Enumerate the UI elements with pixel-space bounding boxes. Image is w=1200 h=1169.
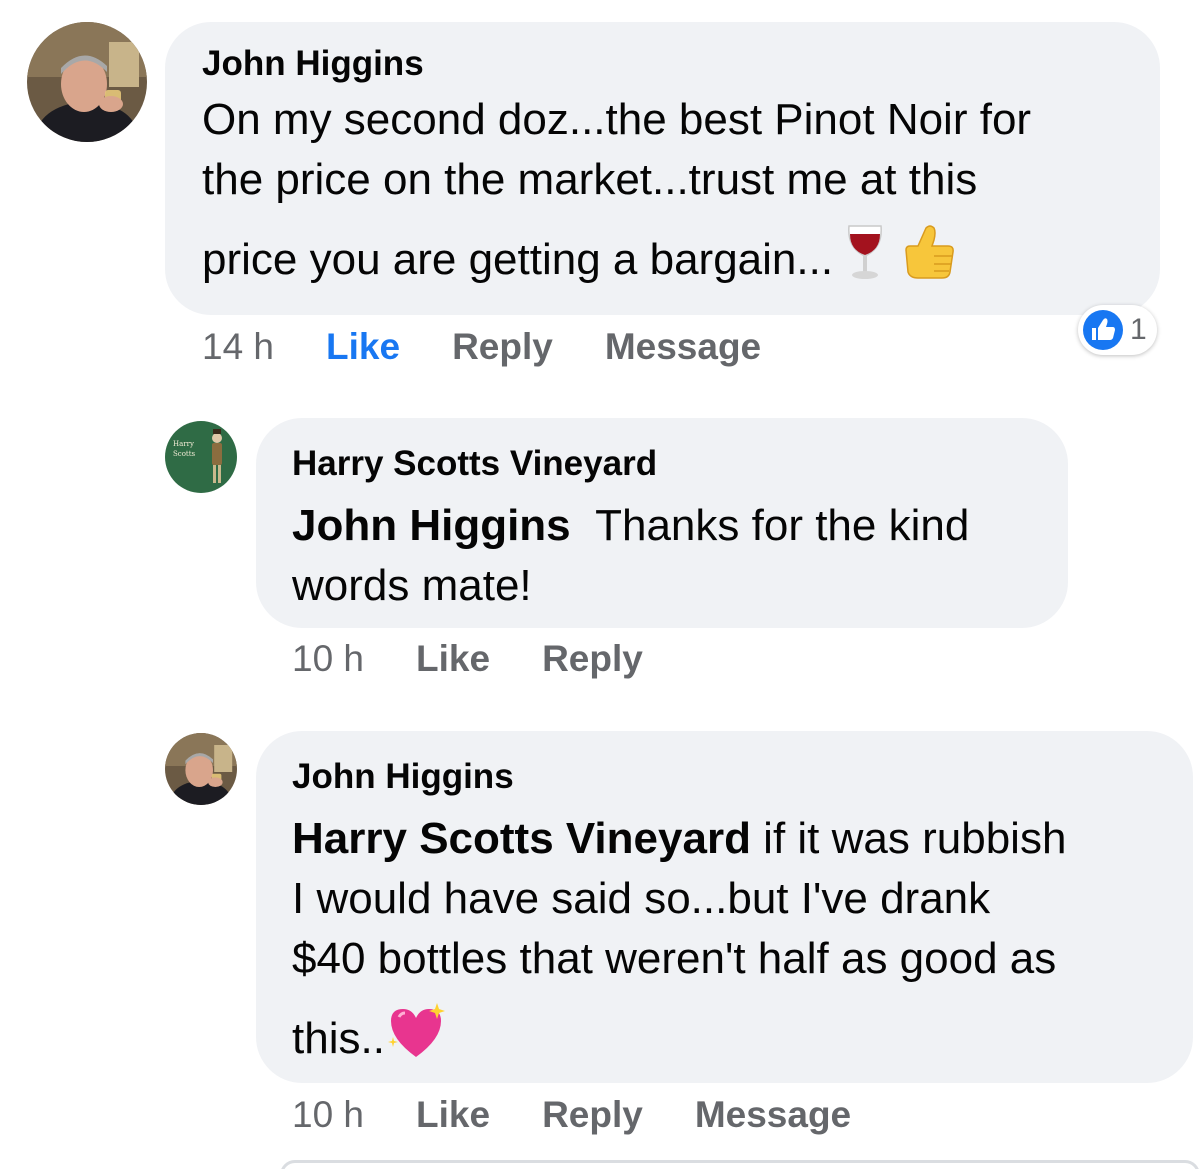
comment-actions: 10 h Like Reply Message <box>292 1095 903 1135</box>
next-comment-input-edge <box>280 1160 1200 1169</box>
harry-scotts-vineyard-avatar[interactable]: Harry Scotts <box>165 421 237 493</box>
comment-timestamp[interactable]: 10 h <box>292 639 364 679</box>
comment-line-text: if it was rubbish <box>750 814 1067 863</box>
comment-timestamp[interactable]: 14 h <box>202 327 274 367</box>
person-photo-icon <box>165 733 237 805</box>
comment-timestamp[interactable]: 10 h <box>292 1095 364 1135</box>
logo-text: Scotts <box>173 450 196 458</box>
john-higgins-avatar[interactable] <box>165 733 237 805</box>
like-button[interactable]: Like <box>416 1095 490 1135</box>
reply-button[interactable]: Reply <box>542 1095 643 1135</box>
comment-line: words mate! <box>292 561 532 610</box>
vineyard-logo-icon: Harry Scotts <box>165 421 237 493</box>
comment-text: John Higgins Thanks for the kind words m… <box>292 496 1032 616</box>
comment-line: John Higgins Thanks for the kind <box>292 496 1032 556</box>
reaction-count: 1 <box>1130 313 1147 346</box>
comment-line: $40 bottles that weren't half as good as <box>292 934 1057 983</box>
sparkling-heart-icon <box>385 1001 447 1077</box>
comment-thread: John Higgins On my second doz...the best… <box>0 0 1200 1169</box>
comment-line-text: Thanks for the kind <box>595 501 970 550</box>
person-photo-icon <box>27 22 147 142</box>
reply-button[interactable]: Reply <box>452 327 553 367</box>
comment-line: Harry Scotts Vineyard if it was rubbish <box>292 809 1157 869</box>
like-reaction-icon <box>1083 310 1123 350</box>
comment-author[interactable]: John Higgins <box>202 44 1124 84</box>
comment-author[interactable]: Harry Scotts Vineyard <box>292 444 1032 484</box>
thumbs-up-icon <box>898 222 958 298</box>
comment-line: this.. <box>292 1001 1157 1077</box>
comment-actions: 10 h Like Reply <box>292 639 695 679</box>
john-higgins-avatar[interactable] <box>27 22 147 142</box>
logo-text: Harry <box>173 440 194 448</box>
comment-actions: 14 h Like Reply Message <box>202 327 813 367</box>
comment-text: Harry Scotts Vineyard if it was rubbish … <box>292 809 1157 1077</box>
like-button[interactable]: Like <box>326 327 400 367</box>
comment-author[interactable]: John Higgins <box>292 757 1157 797</box>
message-button[interactable]: Message <box>695 1095 851 1135</box>
comment-text: On my second doz...the best Pinot Noir f… <box>202 90 1124 298</box>
wine-glass-icon <box>845 222 885 298</box>
comment-line: On my second doz...the best Pinot Noir f… <box>202 95 1032 144</box>
comment-line-text: this.. <box>292 1014 385 1063</box>
comment-bubble: John Higgins On my second doz...the best… <box>165 22 1160 315</box>
comment-line-text: price you are getting a bargain... <box>202 235 834 284</box>
mention-link[interactable]: Harry Scotts Vineyard <box>292 814 751 863</box>
mention-link[interactable]: John Higgins <box>292 501 571 550</box>
reply-button[interactable]: Reply <box>542 639 643 679</box>
reply-bubble: Harry Scotts Vineyard John Higgins Thank… <box>256 418 1068 628</box>
comment-line: price you are getting a bargain... <box>202 222 1124 298</box>
reply-bubble: John Higgins Harry Scotts Vineyard if it… <box>256 731 1193 1083</box>
comment-line: I would have said so...but I've drank <box>292 874 991 923</box>
message-button[interactable]: Message <box>605 327 761 367</box>
reaction-count-badge[interactable]: 1 <box>1078 305 1157 355</box>
like-button[interactable]: Like <box>416 639 490 679</box>
comment-line: the price on the market...trust me at th… <box>202 155 978 204</box>
